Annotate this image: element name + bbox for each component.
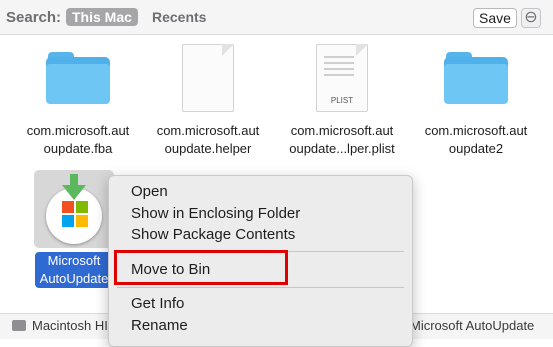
move-to-bin-highlight: [114, 250, 288, 285]
download-arrow-icon: [62, 174, 86, 200]
folder-icon: [46, 48, 110, 104]
scope-this-mac-button[interactable]: This Mac: [66, 8, 138, 26]
file-item[interactable]: com.microsoft.aut oupdate2: [414, 48, 538, 158]
hard-drive-icon: [12, 320, 26, 331]
file-item[interactable]: PLIST com.microsoft.aut oupdate...lper.pl…: [280, 44, 404, 158]
menu-item-show-in-enclosing-folder[interactable]: Show in Enclosing Folder: [131, 205, 300, 222]
scope-recents-button[interactable]: Recents: [146, 8, 212, 26]
file-name: com.microsoft.aut oupdate.helper: [156, 123, 260, 156]
microsoft-logo-icon: [62, 201, 88, 227]
file-name: com.microsoft.aut oupdate2: [424, 123, 528, 156]
menu-item-show-package-contents[interactable]: Show Package Contents: [131, 226, 295, 243]
selected-app-name[interactable]: Microsoft AutoUpdate: [35, 252, 113, 288]
remove-criteria-icon[interactable]: ⊖: [521, 8, 541, 28]
path-root[interactable]: Macintosh HI: [32, 318, 108, 333]
search-scope-bar: Search: This Mac Recents Save ⊖: [0, 0, 553, 35]
search-label: Search:: [6, 9, 62, 26]
file-item[interactable]: com.microsoft.aut oupdate.fba: [16, 48, 140, 158]
plist-icon: PLIST: [316, 44, 368, 112]
menu-item-rename[interactable]: Rename: [131, 317, 188, 334]
menu-item-get-info[interactable]: Get Info: [131, 295, 184, 312]
plist-badge: PLIST: [330, 96, 354, 105]
document-icon: [182, 44, 234, 112]
save-search-button[interactable]: Save: [473, 8, 517, 28]
menu-separator: [117, 287, 404, 288]
file-name: com.microsoft.aut oupdate...lper.plist: [289, 123, 395, 156]
menu-item-open[interactable]: Open: [131, 183, 168, 200]
folder-icon: [444, 48, 508, 104]
file-item[interactable]: com.microsoft.aut oupdate.helper: [146, 44, 270, 158]
path-current[interactable]: Microsoft AutoUpdate: [410, 318, 534, 333]
file-name: com.microsoft.aut oupdate.fba: [26, 123, 130, 156]
